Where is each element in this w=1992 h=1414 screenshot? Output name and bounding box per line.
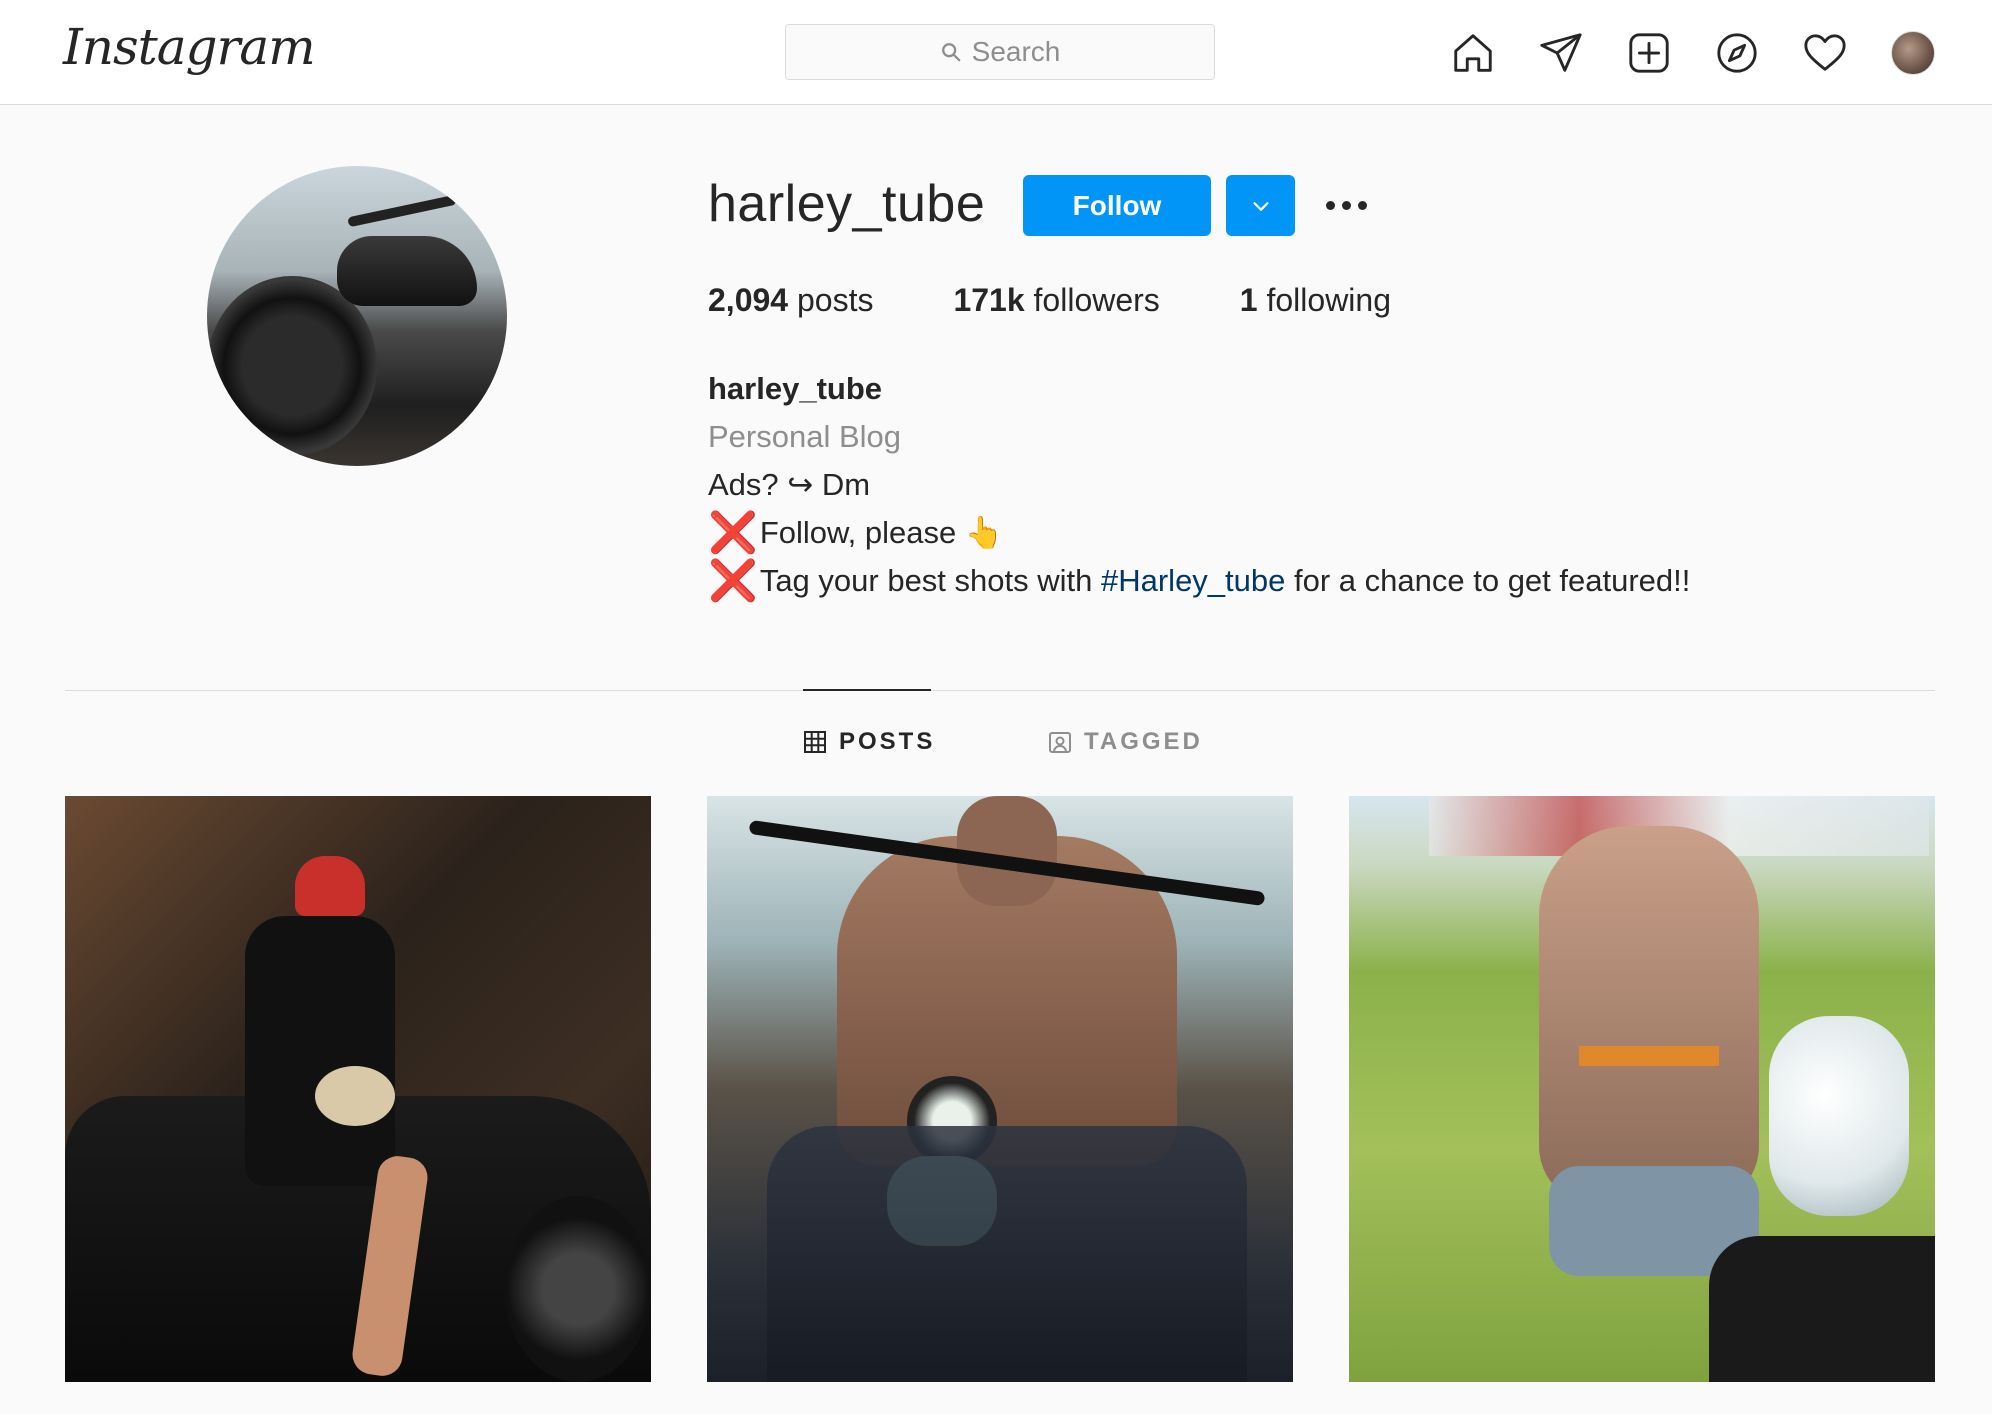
tab-tagged[interactable]: TAGGED [1048,728,1203,756]
followers-label: followers [1033,282,1160,318]
explore-icon[interactable] [1713,29,1761,77]
pointing-hand-icon: 👆 [964,515,1004,550]
posts-label: posts [796,282,874,318]
post-image-shape [295,856,365,916]
hashtag-link[interactable]: #Harley_tube [1101,563,1285,598]
search-icon [941,43,961,62]
posts-count: 2,094 [708,282,789,318]
more-dot [1341,200,1351,210]
new-post-icon[interactable] [1625,29,1673,77]
more-options-button[interactable] [1316,185,1376,225]
followers-count: 171k [953,282,1025,318]
motorcycle-tank-shape [337,236,477,306]
bio-line-tag: ❌Tag your best shots with #Harley_tube f… [708,557,1690,605]
bio-follow-text: Follow, please [759,515,957,550]
profile-bio: harley_tube Personal Blog Ads? ↪ Dm ❌Fol… [708,365,1690,605]
tabs-divider [65,690,1935,691]
more-dot [1325,200,1335,210]
bio-name: harley_tube [708,371,883,406]
instagram-logo[interactable]: Instagram [63,18,316,76]
post-image-shape [1539,826,1759,1206]
following-stat[interactable]: 1 following [1240,282,1391,319]
post-image-shape [1709,1236,1935,1382]
post-image-shape [1769,1016,1909,1216]
bio-tag-text-before: Tag your best shots with [759,563,1101,598]
post-image-shape [767,1126,1247,1382]
top-navigation-bar: Instagram Search [0,0,1992,105]
tagged-user-icon [1049,732,1071,753]
avatar [1891,31,1935,75]
search-input[interactable]: Search [785,24,1215,80]
post-image-shape [1579,1046,1719,1066]
bio-tag-text-after: for a chance to get featured!! [1285,563,1691,598]
post-image-shape [245,916,395,1186]
post-image-shape [315,1066,395,1126]
followers-stat[interactable]: 171k followers [953,282,1159,319]
posts-stat: 2,094 posts [708,282,873,319]
more-dot [1357,200,1367,210]
home-icon[interactable] [1449,29,1497,77]
search-placeholder: Search [971,36,1061,67]
profile-username: harley_tube [708,175,986,233]
follow-button[interactable]: Follow [1023,175,1211,236]
direct-message-icon[interactable] [1537,29,1585,77]
activity-heart-icon[interactable] [1801,29,1849,77]
profile-stats: 2,094 posts 171k followers 1 following [708,282,1471,319]
post-thumbnail[interactable] [707,796,1293,1382]
following-label: following [1266,282,1391,318]
active-tab-indicator [803,689,931,691]
bio-line-ads: Ads? ↪ Dm [708,467,871,502]
post-image-shape [505,1196,651,1382]
grid-icon [804,731,826,753]
following-count: 1 [1239,282,1258,318]
chevron-down-icon [1252,201,1269,211]
bio-line-follow: ❌Follow, please 👆 [708,509,1690,557]
post-thumbnail[interactable] [65,796,651,1382]
cross-mark-icon: ❌ [708,559,758,603]
tab-tagged-label: TAGGED [1084,728,1203,755]
post-thumbnail[interactable] [1349,796,1935,1382]
tab-posts-label: POSTS [839,728,936,755]
profile-picture[interactable] [207,166,507,466]
profile-avatar-button[interactable] [1889,29,1937,77]
motorcycle-handlebar-shape [347,194,457,228]
suggested-accounts-button[interactable] [1226,175,1295,236]
cross-mark-icon: ❌ [708,511,758,555]
nav-icons [1449,26,1937,80]
tab-posts[interactable]: POSTS [803,728,935,756]
bio-category: Personal Blog [708,419,902,454]
